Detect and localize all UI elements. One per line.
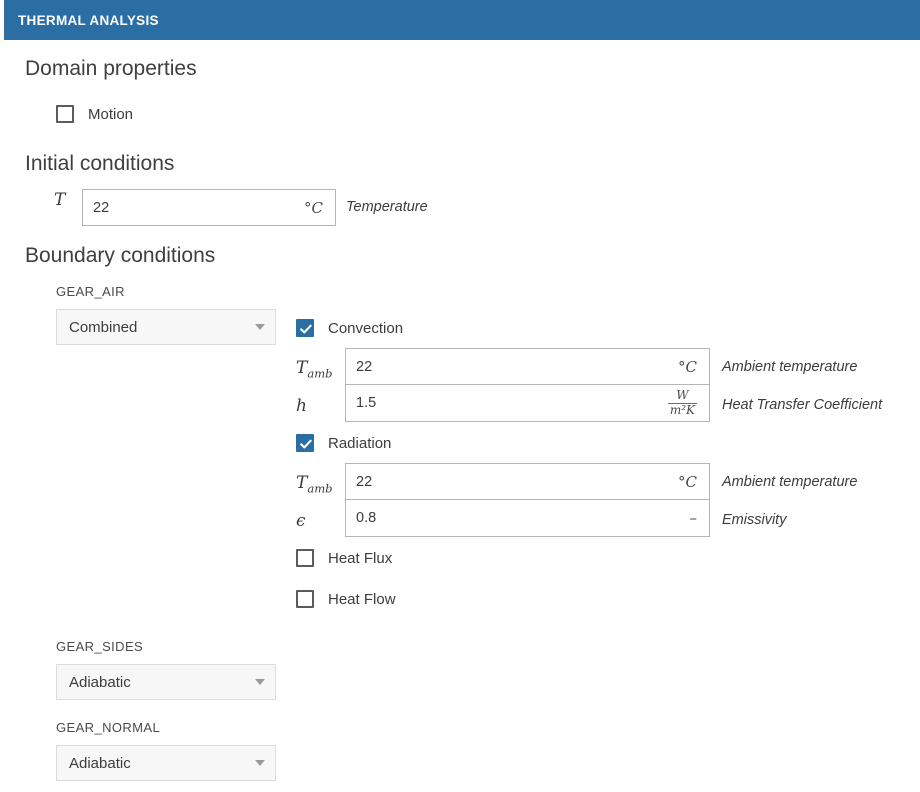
initial-conditions-heading: Initial conditions bbox=[25, 152, 175, 175]
convection-heat-transfer-coefficient-description: Heat Transfer Coefficient bbox=[722, 397, 883, 413]
convection-heat-transfer-coefficient-unit: W m²K bbox=[667, 388, 709, 417]
initial-temperature-value[interactable]: 22 bbox=[83, 200, 304, 216]
radiation-emissivity-field[interactable]: 0.8 – bbox=[345, 500, 710, 537]
radiation-ambient-temperature-field[interactable]: 22 °C bbox=[345, 463, 710, 500]
radiation-label: Radiation bbox=[328, 434, 392, 452]
window-title-bar: THERMAL ANALYSIS bbox=[4, 0, 920, 40]
boundary-type-select-gear-sides-value: Adiabatic bbox=[69, 673, 131, 691]
chevron-down-icon bbox=[255, 324, 265, 330]
convection-ambient-temperature-value[interactable]: 22 bbox=[346, 359, 678, 375]
group-label-gear-sides: GEAR_SIDES bbox=[56, 639, 144, 654]
boundary-type-select-gear-air[interactable]: Combined bbox=[56, 309, 276, 345]
initial-temperature-description: Temperature bbox=[346, 199, 428, 215]
convection-ambient-temperature-field[interactable]: 22 °C bbox=[345, 348, 710, 385]
convection-checkbox-row[interactable]: Convection bbox=[296, 319, 403, 337]
group-label-gear-air: GEAR_AIR bbox=[56, 284, 125, 299]
heat-flow-checkbox[interactable] bbox=[296, 590, 314, 608]
heat-flow-checkbox-row[interactable]: Heat Flow bbox=[296, 590, 396, 608]
radiation-ambient-temperature-unit: °C bbox=[678, 472, 697, 491]
radiation-emissivity-symbol: ϵ bbox=[296, 511, 306, 531]
page-title: THERMAL ANALYSIS bbox=[18, 12, 159, 28]
convection-h-symbol: h bbox=[296, 396, 307, 416]
convection-tamb-symbol: Tamb bbox=[296, 358, 333, 381]
chevron-down-icon bbox=[255, 679, 265, 685]
initial-temperature-unit: °C bbox=[304, 198, 323, 217]
motion-checkbox[interactable] bbox=[56, 105, 74, 123]
boundary-conditions-heading: Boundary conditions bbox=[25, 244, 216, 267]
initial-temperature-symbol: T bbox=[54, 190, 66, 210]
motion-label: Motion bbox=[88, 105, 134, 123]
initial-temperature-field[interactable]: 22 °C bbox=[82, 189, 336, 226]
convection-heat-transfer-coefficient-field[interactable]: 1.5 W m²K bbox=[345, 385, 710, 422]
convection-checkbox[interactable] bbox=[296, 319, 314, 337]
boundary-type-select-gear-sides[interactable]: Adiabatic bbox=[56, 664, 276, 700]
convection-heat-transfer-coefficient-value[interactable]: 1.5 bbox=[346, 395, 668, 411]
boundary-type-select-gear-normal-value: Adiabatic bbox=[69, 754, 131, 772]
radiation-checkbox[interactable] bbox=[296, 434, 314, 452]
heat-flux-checkbox[interactable] bbox=[296, 549, 314, 567]
radiation-ambient-temperature-value[interactable]: 22 bbox=[346, 474, 678, 490]
heat-flow-label: Heat Flow bbox=[328, 590, 396, 608]
convection-ambient-temperature-description: Ambient temperature bbox=[722, 359, 858, 375]
convection-ambient-temperature-unit: °C bbox=[678, 357, 697, 376]
radiation-emissivity-unit: – bbox=[689, 509, 698, 527]
radiation-emissivity-description: Emissivity bbox=[722, 512, 787, 528]
radiation-ambient-temperature-description: Ambient temperature bbox=[722, 474, 858, 490]
radiation-fields: 22 °C 0.8 – bbox=[345, 463, 710, 537]
radiation-emissivity-value[interactable]: 0.8 bbox=[346, 510, 690, 526]
group-label-gear-normal: GEAR_NORMAL bbox=[56, 720, 161, 735]
heat-flux-checkbox-row[interactable]: Heat Flux bbox=[296, 549, 392, 567]
domain-properties-heading: Domain properties bbox=[25, 57, 197, 80]
motion-checkbox-row[interactable]: Motion bbox=[56, 105, 133, 123]
chevron-down-icon bbox=[255, 760, 265, 766]
radiation-tamb-symbol: Tamb bbox=[296, 473, 333, 496]
boundary-type-select-gear-air-value: Combined bbox=[69, 318, 138, 336]
boundary-type-select-gear-normal[interactable]: Adiabatic bbox=[56, 745, 276, 781]
convection-fields: 22 °C 1.5 W m²K bbox=[345, 348, 710, 422]
convection-label: Convection bbox=[328, 319, 404, 337]
heat-flux-label: Heat Flux bbox=[328, 549, 393, 567]
fraction-unit-icon: W m²K bbox=[667, 388, 697, 417]
radiation-checkbox-row[interactable]: Radiation bbox=[296, 434, 391, 452]
